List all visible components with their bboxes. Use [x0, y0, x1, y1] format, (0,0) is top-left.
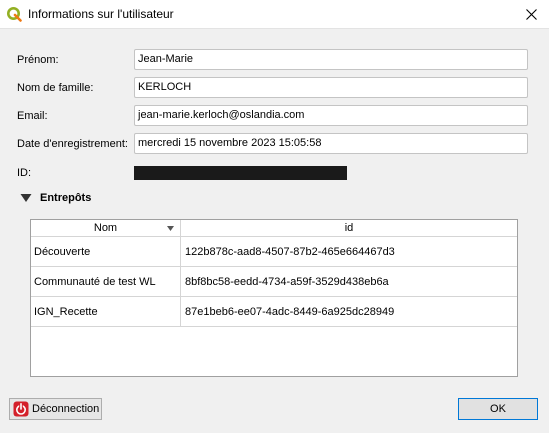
- store-name-cell: Découverte: [31, 237, 181, 267]
- close-icon: [525, 9, 537, 20]
- store-name-cell: IGN_Recette: [31, 297, 181, 327]
- lastname-field[interactable]: KERLOCH: [134, 77, 528, 98]
- store-id-cell: 122b878c-aad8-4507-87b2-465e664467d3: [185, 246, 395, 258]
- store-id-cell: 87e1beb6-ee07-4adc-8449-6a925dc28949: [185, 306, 395, 318]
- column-header-name[interactable]: Nom: [31, 220, 181, 237]
- stores-table[interactable]: Nom id Découverte 122b878c-aad8-4507-87b…: [30, 219, 518, 377]
- close-button[interactable]: [513, 0, 549, 29]
- column-header-name-label: Nom: [93, 222, 118, 234]
- table-row[interactable]: Découverte 122b878c-aad8-4507-87b2-465e6…: [31, 237, 517, 267]
- registration-date-field[interactable]: mercredi 15 novembre 2023 15:05:58: [134, 133, 528, 154]
- qgis-icon: [7, 7, 22, 22]
- stores-section-header[interactable]: Entrepôts: [20, 192, 91, 204]
- logout-button[interactable]: Déconnection: [9, 398, 102, 420]
- collapse-triangle-icon: [20, 194, 32, 202]
- table-row[interactable]: IGN_Recette 87e1beb6-ee07-4adc-8449-6a92…: [31, 297, 517, 327]
- firstname-label: Prénom:: [17, 54, 59, 66]
- window-title: Informations sur l'utilisateur: [28, 7, 174, 21]
- stores-section-title: Entrepôts: [40, 192, 92, 204]
- ok-button[interactable]: OK: [458, 398, 538, 420]
- logout-button-label: Déconnection: [32, 403, 100, 415]
- lastname-label: Nom de famille:: [17, 82, 94, 94]
- registration-date-label: Date d'enregistrement:: [17, 138, 128, 150]
- column-header-id-label: id: [344, 222, 354, 234]
- id-value-redacted: [134, 166, 347, 180]
- email-field[interactable]: jean-marie.kerloch@oslandia.com: [134, 105, 528, 126]
- title-bar: Informations sur l'utilisateur: [0, 0, 549, 29]
- table-header: Nom id: [31, 220, 517, 237]
- store-id-cell: 8bf8bc58-eedd-4734-a59f-3529d438eb6a: [185, 276, 389, 288]
- column-header-id[interactable]: id: [181, 220, 517, 237]
- table-row[interactable]: Communauté de test WL 8bf8bc58-eedd-4734…: [31, 267, 517, 297]
- sort-indicator-icon: [167, 226, 174, 231]
- id-label: ID:: [17, 167, 32, 179]
- email-label: Email:: [17, 110, 48, 122]
- power-icon: [13, 401, 29, 417]
- firstname-field[interactable]: Jean-Marie: [134, 49, 528, 70]
- store-name-cell: Communauté de test WL: [31, 267, 181, 297]
- ok-button-label: OK: [490, 403, 506, 415]
